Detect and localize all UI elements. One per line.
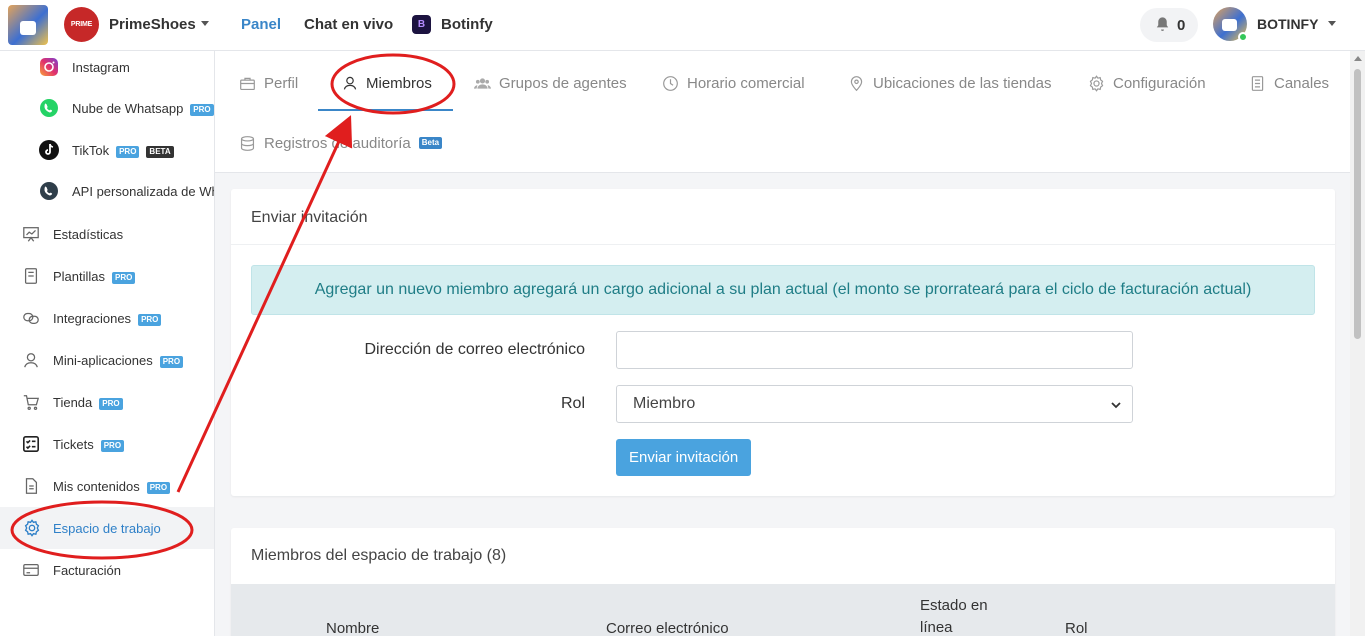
pro-badge: PRO <box>190 103 214 116</box>
scroll-up-arrow[interactable] <box>1354 56 1362 61</box>
briefcase-icon <box>240 77 255 90</box>
brand-logo[interactable]: PRIME <box>64 7 99 42</box>
role-select[interactable]: Miembro <box>616 385 1133 423</box>
tab-audit-logs[interactable]: Registros de auditoría Beta <box>239 128 443 158</box>
active-tab-indicator <box>318 109 453 111</box>
email-input[interactable] <box>616 331 1133 369</box>
sidebar-item-mini-apps[interactable]: Mini-aplicaciones PRO <box>0 340 214 380</box>
whatsapp-icon <box>39 98 59 118</box>
scrollbar-thumb[interactable] <box>1354 69 1361 339</box>
top-bar: PRIME PrimeShoes Panel Chat en vivo B Bo… <box>0 0 1365 51</box>
channels-icon <box>1251 75 1264 91</box>
pro-badge: PRO <box>159 355 184 368</box>
pro-badge: PRO <box>146 481 171 494</box>
whatsapp-api-icon <box>39 181 59 201</box>
notification-count: 0 <box>1177 17 1186 34</box>
tab-agent-groups[interactable]: Grupos de agentes <box>474 68 627 98</box>
billing-icon <box>21 560 41 580</box>
column-online-status: Estado en línea <box>920 597 988 636</box>
invite-title: Enviar invitación <box>251 209 368 226</box>
tab-profile[interactable]: Perfil <box>239 68 298 98</box>
bell-icon <box>1156 17 1169 31</box>
card-header: Enviar invitación <box>231 189 1335 245</box>
nav-panel[interactable]: Panel <box>241 16 281 33</box>
tab-members[interactable]: Miembros <box>342 68 432 98</box>
pro-badge: PRO <box>116 145 140 158</box>
sidebar-item-store[interactable]: Tienda PRO <box>0 382 214 422</box>
botinfy-icon[interactable]: B <box>412 15 431 34</box>
tiktok-icon <box>39 140 59 160</box>
members-card: Miembros del espacio de trabajo (8) Nomb… <box>231 528 1335 636</box>
email-label: Dirección de correo electrónico <box>364 341 585 358</box>
sidebar-item-billing[interactable]: Facturación <box>0 550 214 590</box>
cart-icon <box>21 392 41 412</box>
pro-badge: PRO <box>99 397 123 410</box>
tab-channels[interactable]: Canales <box>1249 68 1329 98</box>
sidebar: Instagram Nube de Whatsapp PRO TikTok PRO B… <box>0 51 215 636</box>
pro-badge: PRO <box>100 439 125 452</box>
chevron-down-icon <box>1111 402 1121 409</box>
tab-store-locations[interactable]: Ubicaciones de las tiendas <box>848 68 1051 98</box>
card-header: Miembros del espacio de trabajo (8) <box>231 528 1335 584</box>
role-label: Rol <box>560 395 585 412</box>
tickets-icon <box>21 434 41 454</box>
location-pin-icon <box>850 75 863 91</box>
gear-icon <box>1089 74 1104 92</box>
statistics-icon <box>21 224 41 244</box>
chevron-down-icon[interactable] <box>1328 21 1336 26</box>
sidebar-item-integrations[interactable]: Integraciones PRO <box>0 298 214 338</box>
integrations-icon <box>21 308 41 328</box>
document-icon <box>21 476 41 496</box>
nav-botinfy[interactable]: Botinfy <box>441 16 493 33</box>
workspace-name[interactable]: PrimeShoes <box>109 16 196 33</box>
notifications-button[interactable]: 0 <box>1140 8 1198 42</box>
sidebar-item-tiktok[interactable]: TikTok PRO BETA <box>0 130 214 170</box>
column-role: Rol <box>1065 620 1088 636</box>
mini-apps-icon <box>21 350 41 370</box>
settings-tabs: Perfil Miembros Grupos de agentes Horari… <box>215 51 1350 173</box>
user-name[interactable]: BOTINFY <box>1257 16 1318 32</box>
pro-badge: PRO <box>138 313 162 326</box>
instagram-icon <box>39 57 59 77</box>
billing-alert: Agregar un nuevo miembro agregará un car… <box>251 265 1315 315</box>
sidebar-item-instagram[interactable]: Instagram <box>0 51 214 87</box>
sidebar-item-whatsapp-api[interactable]: API personalizada de WhatsApp <box>0 171 214 211</box>
members-title: Miembros del espacio de trabajo (8) <box>251 547 507 564</box>
beta-badge: BETA <box>146 145 174 158</box>
user-avatar[interactable] <box>1213 7 1248 42</box>
sidebar-item-statistics[interactable]: Estadísticas <box>0 214 214 254</box>
app-logo[interactable] <box>8 5 48 45</box>
gear-icon <box>22 518 42 538</box>
database-icon <box>240 135 255 151</box>
column-email: Correo electrónico <box>606 620 729 636</box>
clock-icon <box>663 75 678 91</box>
nav-live-chat[interactable]: Chat en vivo <box>304 16 393 33</box>
user-icon <box>343 76 357 90</box>
send-invite-button[interactable]: Enviar invitación <box>616 439 752 476</box>
sidebar-item-templates[interactable]: Plantillas PRO <box>0 256 214 296</box>
online-status-dot <box>1238 32 1248 42</box>
sidebar-item-tickets[interactable]: Tickets PRO <box>0 424 214 464</box>
pro-badge: PRO <box>112 271 136 284</box>
chevron-down-icon[interactable] <box>201 21 209 26</box>
tab-settings[interactable]: Configuración <box>1088 68 1206 98</box>
beta-badge: Beta <box>418 137 443 149</box>
sidebar-item-workspace[interactable]: Espacio de trabajo <box>0 507 214 549</box>
sidebar-item-my-contents[interactable]: Mis contenidos PRO <box>0 466 214 506</box>
tab-business-hours[interactable]: Horario comercial <box>662 68 805 98</box>
sidebar-item-whatsapp-cloud[interactable]: Nube de Whatsapp PRO <box>0 88 214 128</box>
page-scrollbar[interactable] <box>1350 51 1365 636</box>
members-table-header: Nombre Correo electrónico Estado en líne… <box>231 584 1335 636</box>
invite-card: Enviar invitación Agregar un nuevo miemb… <box>231 189 1335 496</box>
users-icon <box>474 77 491 89</box>
templates-icon <box>21 266 41 286</box>
column-name: Nombre <box>326 620 380 636</box>
